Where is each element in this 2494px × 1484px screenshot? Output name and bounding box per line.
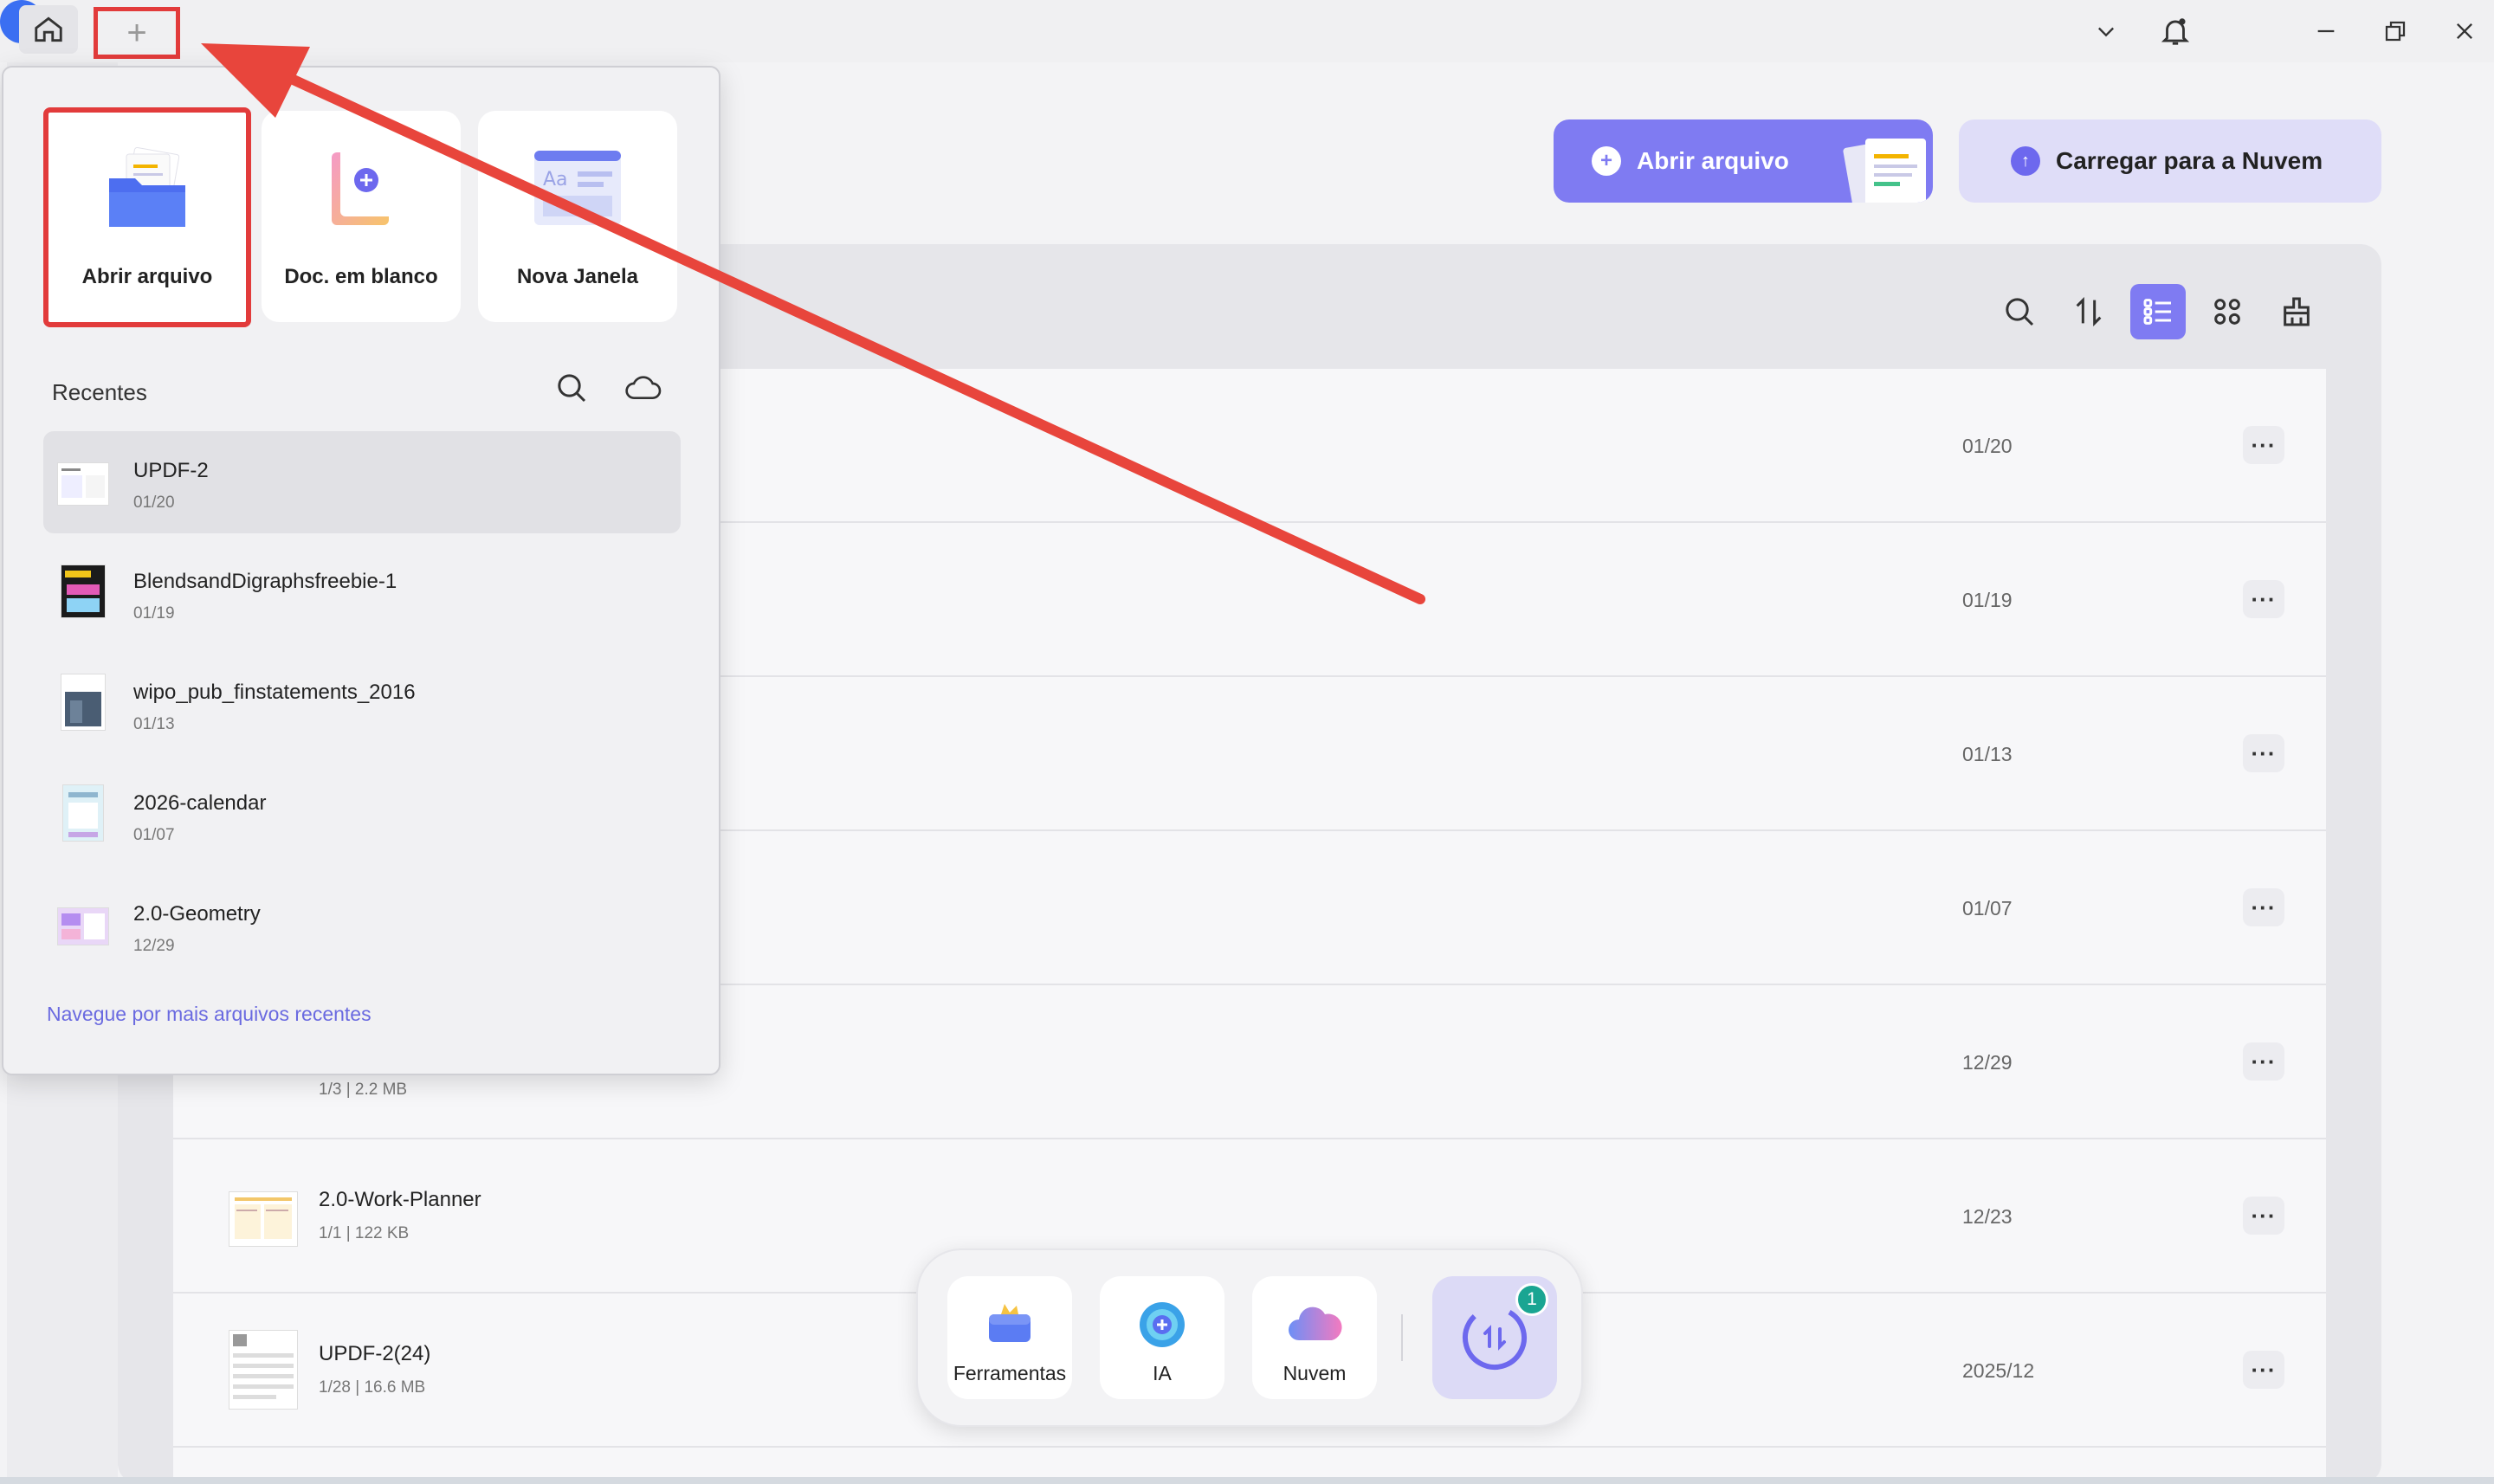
recent-file-date: 01/20	[133, 494, 175, 512]
dock-tools-label: Ferramentas	[953, 1362, 1067, 1384]
file-thumbnail	[62, 784, 104, 842]
file-thumbnail	[57, 462, 109, 506]
more-options-button[interactable]: ···	[2243, 1042, 2284, 1081]
recent-title: Recentes	[52, 379, 147, 405]
dock-divider	[1401, 1314, 1403, 1361]
dock-cloud-button[interactable]: Nuvem	[1252, 1276, 1377, 1399]
new-tab-dropdown: Abrir arquivo Doc. em blanco Aa Nova Jan…	[2, 66, 720, 1075]
list-view-icon[interactable]	[2130, 284, 2186, 339]
browse-more-recent-link[interactable]: Navegue por mais arquivos recentes	[47, 1003, 372, 1026]
recent-file-name: UPDF-2	[133, 459, 209, 482]
file-date: 01/13	[1962, 743, 2013, 765]
recent-file-name: wipo_pub_finstatements_2016	[133, 681, 416, 704]
recent-file-name: BlendsandDigraphsfreebie-1	[133, 570, 397, 593]
grid-view-icon[interactable]	[2200, 284, 2255, 339]
svg-text:Aa: Aa	[543, 169, 568, 190]
recent-file-date: 01/07	[133, 826, 175, 844]
more-options-button[interactable]: ···	[2243, 734, 2284, 772]
file-date: 12/23	[1962, 1205, 2013, 1228]
file-name: UPDF-2(24)	[319, 1342, 431, 1365]
recent-file-item[interactable]: UPDF-2 01/20	[43, 431, 681, 533]
recent-file-date: 01/19	[133, 604, 175, 623]
file-date: 2025/12	[1962, 1359, 2035, 1382]
chevron-down-icon[interactable]	[2080, 7, 2132, 55]
title-bar: + I	[0, 0, 2494, 62]
quick-open-file-label: Abrir arquivo	[81, 265, 213, 288]
plus-circle-icon: +	[1592, 146, 1621, 176]
folder-icon	[100, 144, 194, 237]
documents-illustration-icon	[1843, 139, 1926, 203]
plus-icon: +	[126, 14, 147, 52]
sync-icon	[1463, 1305, 1527, 1370]
recent-file-date: 12/29	[133, 937, 175, 955]
dock-tools-button[interactable]: Ferramentas	[947, 1276, 1072, 1399]
minimize-icon[interactable]	[2300, 7, 2352, 55]
notification-badge: 1	[1515, 1283, 1548, 1316]
quick-new-window-label: Nova Janela	[516, 265, 639, 288]
more-options-button[interactable]: ···	[2243, 426, 2284, 464]
recent-file-item[interactable]: wipo_pub_finstatements_2016 01/13	[43, 653, 681, 755]
more-options-button[interactable]: ···	[2243, 580, 2284, 618]
search-icon[interactable]	[1992, 284, 2047, 339]
clean-icon[interactable]	[2269, 284, 2324, 339]
toolbox-icon	[989, 1304, 1031, 1342]
new-window-icon: Aa	[531, 142, 624, 236]
dock-ai-label: IA	[1153, 1362, 1172, 1384]
file-date: 01/20	[1962, 435, 2013, 457]
more-options-button[interactable]: ···	[2243, 1351, 2284, 1389]
new-tab-button[interactable]: +	[94, 7, 180, 59]
restore-icon[interactable]	[2369, 7, 2421, 55]
recent-file-name: 2.0-Geometry	[133, 902, 261, 926]
recent-file-name: 2026-calendar	[133, 791, 267, 815]
open-file-button[interactable]: + Abrir arquivo	[1554, 119, 1933, 203]
ai-icon	[1140, 1302, 1185, 1347]
cloud-icon[interactable]	[617, 362, 669, 414]
file-date: 12/29	[1962, 1051, 2013, 1074]
file-meta: 1/28 | 16.6 MB	[319, 1378, 426, 1397]
bottom-dock: Ferramentas IA Nuvem 1	[916, 1248, 1583, 1427]
more-options-button[interactable]: ···	[2243, 1197, 2284, 1235]
close-icon[interactable]	[2439, 7, 2491, 55]
dock-cloud-label: Nuvem	[1283, 1362, 1347, 1384]
sort-icon[interactable]	[2061, 284, 2116, 339]
file-name: 2.0-Work-Planner	[319, 1188, 481, 1211]
recent-file-item[interactable]: BlendsandDigraphsfreebie-1 01/19	[43, 542, 681, 644]
file-thumbnail	[57, 907, 109, 945]
file-meta: 1/3 | 2.2 MB	[319, 1081, 408, 1099]
file-date: 01/07	[1962, 897, 2013, 919]
file-thumbnail	[61, 674, 106, 731]
quick-blank-doc-label: Doc. em blanco	[284, 265, 438, 288]
dock-sync-button[interactable]: 1	[1432, 1276, 1557, 1399]
bottom-edge	[0, 1477, 2494, 1484]
dock-ai-button[interactable]: IA	[1100, 1276, 1224, 1399]
recent-file-date: 01/13	[133, 715, 175, 733]
more-options-button[interactable]: ···	[2243, 888, 2284, 926]
quick-blank-doc-button[interactable]: Doc. em blanco	[262, 111, 461, 322]
home-icon	[35, 16, 62, 42]
quick-open-file-button[interactable]: Abrir arquivo	[43, 107, 251, 327]
recent-file-item[interactable]: 2.0-Geometry 12/29	[43, 874, 681, 977]
blank-document-icon	[314, 142, 408, 236]
file-thumbnail	[229, 1191, 298, 1247]
file-meta: 1/1 | 122 KB	[319, 1224, 410, 1242]
cloud-icon	[1289, 1307, 1342, 1340]
upload-cloud-button[interactable]: ↑ Carregar para a Nuvem	[1959, 119, 2381, 203]
file-thumbnail	[61, 565, 106, 618]
bell-icon[interactable]	[2149, 7, 2201, 55]
upload-icon: ↑	[2011, 146, 2040, 176]
recent-file-item[interactable]: 2026-calendar 01/07	[43, 764, 681, 866]
open-file-label: Abrir arquivo	[1637, 147, 1789, 174]
quick-new-window-button[interactable]: Aa Nova Janela	[478, 111, 677, 322]
home-tab[interactable]	[19, 5, 78, 54]
file-date: 01/19	[1962, 589, 2013, 611]
file-thumbnail	[229, 1330, 298, 1410]
upload-cloud-label: Carregar para a Nuvem	[2056, 147, 2323, 174]
search-icon[interactable]	[546, 362, 598, 414]
